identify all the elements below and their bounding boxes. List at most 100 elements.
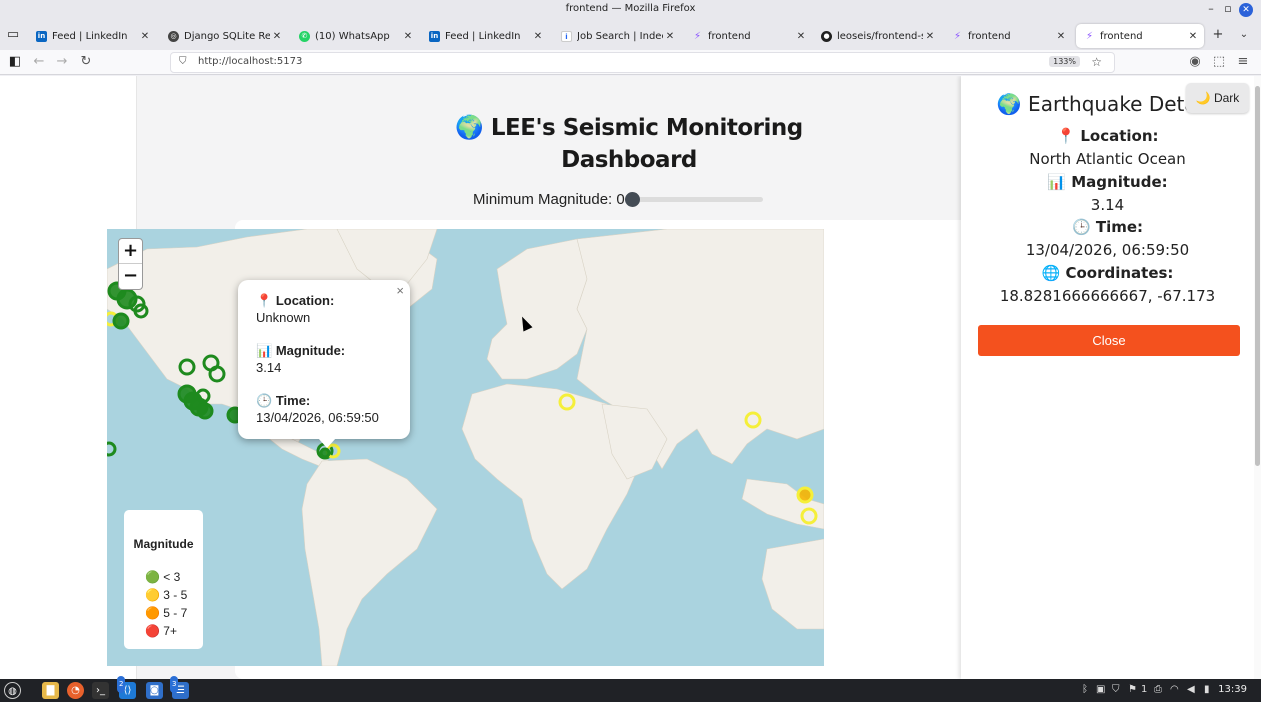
- volume-icon[interactable]: ◀: [1187, 684, 1195, 695]
- tab-label: frontend: [1100, 30, 1143, 42]
- slider-label: Minimum Magnitude: 0: [473, 190, 625, 208]
- australia-land: [761, 538, 824, 630]
- tab-label: Job Search | Indeed: [577, 30, 663, 42]
- quake-marker[interactable]: [112, 312, 130, 330]
- text-editor-icon[interactable]: ☰ 3: [170, 676, 189, 699]
- tab-close-icon[interactable]: ✕: [1186, 31, 1200, 42]
- tab-whatsapp[interactable]: ✆ (10) WhatsApp ✕: [291, 24, 419, 48]
- github-icon: ●: [821, 30, 832, 42]
- shield-tray-icon[interactable]: ⛉: [1112, 684, 1120, 695]
- vscode-icon[interactable]: ⟨⟩ 2: [117, 676, 136, 699]
- menu-icon[interactable]: ≡: [1234, 54, 1252, 69]
- bluetooth-icon[interactable]: ᛒ: [1082, 684, 1088, 695]
- clipboard-icon[interactable]: ▣: [1096, 684, 1105, 695]
- orange-dot-icon: 🟠: [145, 606, 160, 620]
- zoom-level[interactable]: 133%: [1049, 56, 1080, 67]
- legend-label: < 3: [163, 570, 181, 584]
- tab-indeed[interactable]: i Job Search | Indeed ✕: [553, 24, 681, 48]
- files-icon[interactable]: ▇: [42, 682, 59, 699]
- tab-close-icon[interactable]: ✕: [923, 31, 937, 42]
- legend-item-moderate: 🟡 3 - 5: [145, 588, 187, 602]
- bar-chart-icon: 📊: [256, 343, 273, 358]
- tab-frontend-2[interactable]: ⚡ frontend ✕: [944, 24, 1072, 48]
- tab-close-icon[interactable]: ✕: [401, 31, 415, 42]
- clock: 13:39: [1218, 684, 1247, 695]
- tab-frontend-1[interactable]: ⚡ frontend ✕: [684, 24, 812, 48]
- close-button[interactable]: Close: [978, 325, 1240, 356]
- url-bar[interactable]: ⛉ http://localhost:5173 133% ☆: [170, 52, 1115, 73]
- tab-linkedin-1[interactable]: in Feed | LinkedIn ✕: [28, 24, 156, 48]
- minimize-icon[interactable]: –: [1203, 2, 1219, 15]
- bookmark-star-icon[interactable]: ☆: [1091, 55, 1102, 69]
- tab-close-icon[interactable]: ✕: [531, 31, 545, 42]
- legend-label: 5 - 7: [163, 606, 188, 620]
- firefox-icon[interactable]: ◔: [67, 682, 84, 699]
- magnitude-heading: 📊 Magnitude:: [1047, 173, 1168, 191]
- quake-marker[interactable]: [196, 402, 214, 420]
- tab-close-icon[interactable]: ✕: [663, 31, 677, 42]
- zoom-in-button[interactable]: +: [119, 239, 142, 264]
- tab-strip: ▭ in Feed | LinkedIn ✕ ◎ Django SQLite R…: [0, 20, 1261, 50]
- tab-close-icon[interactable]: ✕: [138, 31, 152, 42]
- window-titlebar: frontend — Mozilla Firefox – ▫ ✕: [0, 0, 1261, 20]
- tab-github[interactable]: ● leoseis/frontend-seismi ✕: [813, 24, 941, 48]
- magnitude-slider[interactable]: [624, 191, 763, 207]
- new-tab-icon[interactable]: +: [1209, 27, 1227, 42]
- magnitude-filter: Minimum Magnitude: 0: [473, 189, 763, 209]
- magnitude-legend: Magnitude 🟢 < 3 🟡 3 - 5 🟠 5 - 7 🔴 7+: [124, 510, 203, 649]
- scrollbar-thumb[interactable]: [1255, 86, 1260, 466]
- quake-marker[interactable]: [107, 441, 117, 457]
- extensions-icon[interactable]: ⬚: [1210, 54, 1228, 69]
- time-value: 13/04/2026, 06:59:50: [1025, 241, 1190, 259]
- zoom-out-button[interactable]: −: [119, 264, 142, 289]
- earthquake-map[interactable]: + − × 📍 Location: Unknown 📊 Magnitude: 3…: [107, 229, 824, 666]
- forward-icon[interactable]: →: [53, 54, 71, 69]
- list-all-tabs-icon[interactable]: ▭: [4, 27, 22, 42]
- reload-icon[interactable]: ↻: [77, 54, 95, 69]
- badge-count: 3: [170, 676, 179, 693]
- world-basemap: [107, 229, 824, 666]
- whatsapp-icon: ✆: [299, 30, 310, 42]
- magnitude-value: 3.14: [1090, 196, 1125, 214]
- vite-icon: ⚡: [953, 30, 962, 42]
- popup-label: Location:: [275, 293, 335, 308]
- popup-label: Magnitude:: [275, 343, 346, 358]
- yellow-dot-icon: 🟡: [145, 588, 160, 602]
- tab-frontend-active[interactable]: ⚡ frontend ✕: [1076, 24, 1204, 48]
- close-window-icon[interactable]: ✕: [1239, 3, 1253, 17]
- battery-icon[interactable]: ▮: [1204, 684, 1210, 695]
- tab-close-icon[interactable]: ✕: [794, 31, 808, 42]
- legend-item-low: 🟢 < 3: [145, 570, 180, 584]
- popup-tip: [318, 438, 336, 448]
- location-heading: 📍 Location:: [1056, 127, 1159, 145]
- account-icon[interactable]: ◉: [1186, 54, 1204, 69]
- printer-icon[interactable]: ⎙: [1154, 684, 1162, 695]
- tab-django[interactable]: ◎ Django SQLite Render D ✕: [160, 24, 288, 48]
- tab-close-icon[interactable]: ✕: [1054, 31, 1068, 42]
- slider-thumb[interactable]: [624, 191, 640, 207]
- start-menu-icon[interactable]: ◍: [4, 682, 21, 699]
- page-scrollbar[interactable]: [1254, 76, 1261, 679]
- tab-close-icon[interactable]: ✕: [270, 31, 284, 42]
- popup-magnitude-value: 3.14: [256, 360, 282, 375]
- quake-marker[interactable]: [796, 486, 814, 504]
- quake-marker[interactable]: [319, 447, 331, 459]
- window-title: frontend — Mozilla Firefox: [565, 3, 696, 14]
- os-taskbar: ◍ ▇ ◔ ›_ ⟨⟩ 2 ◙ ☰ 3 ᛒ ▣ ⛉ ⚑ 1 ⎙ ◠ ◀ ▮ 13:3…: [0, 676, 1261, 702]
- linkedin-icon: in: [36, 30, 47, 42]
- maximize-icon[interactable]: ▫: [1220, 2, 1236, 15]
- url-text: http://localhost:5173: [198, 56, 303, 67]
- tab-linkedin-2[interactable]: in Feed | LinkedIn ✕: [421, 24, 549, 48]
- page-title: 🌍 LEE's Seismic Monitoring Dashboard: [417, 112, 841, 176]
- wifi-icon[interactable]: ◠: [1170, 684, 1179, 695]
- screenshot-icon[interactable]: ◙: [146, 682, 163, 699]
- popup-close-button[interactable]: ×: [396, 283, 404, 298]
- dark-mode-toggle[interactable]: 🌙 Dark: [1186, 83, 1249, 113]
- popup-time-label: 🕒 Time:: [256, 393, 310, 409]
- chevron-down-icon[interactable]: ⌄: [1235, 29, 1253, 40]
- notifications-icon[interactable]: ⚑: [1128, 684, 1137, 695]
- terminal-icon[interactable]: ›_: [92, 682, 109, 699]
- clock-icon: 🕒: [256, 393, 273, 408]
- sidebar-toggle-icon[interactable]: ◧: [6, 54, 24, 69]
- back-icon[interactable]: ←: [30, 54, 48, 69]
